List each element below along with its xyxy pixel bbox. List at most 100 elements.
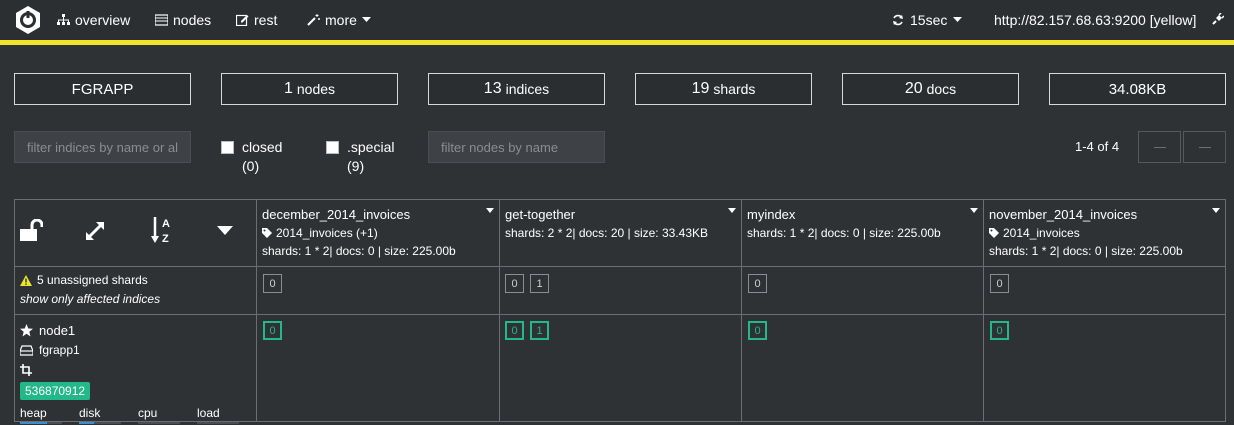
index-alias-label: 2014_invoices (+1)	[276, 226, 378, 240]
load-label: load	[197, 406, 220, 420]
sort-alpha-icon[interactable]: AZ	[151, 215, 177, 245]
warning-icon	[20, 274, 32, 286]
refresh-icon	[893, 14, 903, 26]
cpu-meter: cpu	[138, 406, 180, 424]
unassigned-shard[interactable]: 0	[990, 274, 1009, 293]
special-count: (9)	[347, 158, 365, 174]
node-id-badge: 536870912	[20, 382, 91, 400]
index-name: november_2014_invoices	[989, 207, 1138, 222]
nav-rest-label: rest	[254, 12, 278, 28]
caret-down-icon[interactable]	[217, 226, 233, 236]
nav-overview[interactable]: overview	[57, 12, 130, 28]
special-label: .special	[347, 139, 395, 155]
index-header-get-together[interactable]: get-together shards: 2 * 2| docs: 20 | s…	[500, 200, 741, 266]
shards-count: 19	[691, 80, 710, 97]
index-name: get-together	[505, 207, 576, 222]
cluster-size: 34.08KB	[1108, 80, 1167, 98]
indices-count-box: 13 indices	[428, 73, 605, 105]
assigned-shard[interactable]: 1	[530, 321, 549, 340]
assigned-shard[interactable]: 0	[990, 321, 1009, 340]
cluster-url-label: http://82.157.68.63:9200 [yellow]	[994, 12, 1197, 28]
unassigned-shard[interactable]: 0	[748, 274, 767, 293]
index-menu-caret[interactable]	[970, 208, 978, 213]
disk-meter: disk	[79, 406, 121, 424]
grid-toolbar: AZ	[15, 200, 257, 266]
index-menu-caret[interactable]	[1212, 208, 1220, 213]
nav-more[interactable]: more	[307, 12, 371, 28]
hdd-icon	[20, 344, 33, 356]
filter-nodes-placeholder: filter nodes by name	[441, 140, 559, 155]
index-alias-label: 2014_invoices	[1003, 226, 1080, 240]
sitemap-icon	[57, 14, 70, 25]
size-box: 34.08KB	[1049, 73, 1226, 105]
index-header-myindex[interactable]: myindex shards: 1 * 2| docs: 0 | size: 2…	[742, 200, 983, 266]
disk-meter-fill	[79, 422, 94, 424]
show-affected-link[interactable]: show only affected indices	[20, 292, 160, 306]
closed-label: closed	[242, 139, 283, 155]
magic-icon	[307, 14, 320, 26]
heap-meter-fill	[20, 422, 48, 424]
load-meter: load	[197, 406, 239, 424]
unlock-icon[interactable]	[19, 219, 43, 241]
node-name-row: node1	[20, 320, 239, 340]
index-stats: shards: 1 * 2| docs: 0 | size: 225.00b	[262, 244, 456, 258]
nav-rest[interactable]: rest	[236, 12, 277, 28]
svg-text:Z: Z	[162, 233, 169, 245]
node-host-row: fgrapp1	[20, 340, 239, 360]
docs-unit: docs	[926, 81, 957, 97]
nav-overview-label: overview	[75, 12, 131, 28]
node-meters: heap disk cpu load	[20, 406, 239, 424]
index-stats: shards: 1 * 2| docs: 0 | size: 225.00b	[747, 226, 941, 240]
closed-checkbox[interactable]	[221, 141, 234, 154]
pager-next-button[interactable]	[1183, 131, 1226, 163]
index-name: myindex	[747, 207, 796, 222]
expand-icon[interactable]	[84, 220, 106, 242]
pager-range: 1-4 of 4	[1075, 139, 1120, 154]
heap-label: heap	[20, 406, 47, 420]
indices-count: 13	[483, 80, 502, 97]
index-stats: shards: 2 * 2| docs: 20 | size: 33.43KB	[505, 226, 709, 240]
cluster-url[interactable]: http://82.157.68.63:9200 [yellow]	[994, 12, 1196, 28]
unassigned-shard[interactable]: 0	[263, 274, 282, 293]
star-icon	[20, 323, 33, 336]
disk-label: disk	[79, 406, 101, 420]
index-header-december[interactable]: december_2014_invoices 2014_invoices (+1…	[257, 200, 499, 266]
refresh-interval-dropdown[interactable]: 15sec	[892, 12, 963, 28]
nodes-unit: nodes	[296, 81, 336, 97]
svg-text:A: A	[162, 218, 170, 230]
server-icon	[155, 14, 168, 26]
index-alias: 2014_invoices (+1)	[262, 226, 494, 240]
nav-nodes-label: nodes	[173, 12, 212, 28]
indices-unit: indices	[505, 81, 550, 97]
filter-nodes-input[interactable]: filter nodes by name	[428, 131, 605, 163]
unassigned-label: 5 unassigned shards	[37, 273, 148, 287]
nav-nodes[interactable]: nodes	[155, 12, 211, 28]
pager-prev-button[interactable]	[1138, 131, 1181, 163]
cluster-name-box: FGRAPP	[14, 73, 191, 105]
cluster-name: FGRAPP	[71, 80, 134, 98]
index-header-november[interactable]: november_2014_invoices 2014_invoices sha…	[984, 200, 1225, 266]
cluster-grid: AZ december_2014_invoices 2014_invoices …	[14, 199, 1226, 424]
crop-icon	[20, 364, 32, 376]
app-logo[interactable]	[13, 5, 43, 35]
index-menu-caret[interactable]	[486, 208, 494, 213]
shards-unit: shards	[713, 81, 756, 97]
unassigned-shard[interactable]: 0	[505, 274, 524, 293]
closed-checkbox-group[interactable]: closed (0)	[221, 138, 282, 176]
heap-meter: heap	[20, 406, 62, 424]
tag-icon	[262, 228, 272, 238]
connection-plug-icon[interactable]	[1211, 13, 1224, 26]
cluster-status-bar	[0, 40, 1234, 45]
special-checkbox[interactable]	[326, 141, 339, 154]
unassigned-shard[interactable]: 1	[530, 274, 549, 293]
assigned-shard[interactable]: 0	[748, 321, 767, 340]
filter-indices-input[interactable]: filter indices by name or al	[14, 131, 191, 163]
edit-icon	[236, 14, 249, 26]
assigned-shard[interactable]: 0	[505, 321, 524, 340]
assigned-shard[interactable]: 0	[263, 321, 282, 340]
special-checkbox-group[interactable]: .special (9)	[326, 138, 394, 176]
cpu-label: cpu	[138, 406, 158, 420]
refresh-interval-label: 15sec	[910, 12, 948, 28]
index-menu-caret[interactable]	[728, 208, 736, 213]
index-stats: shards: 1 * 2| docs: 0 | size: 225.00b	[989, 244, 1183, 258]
